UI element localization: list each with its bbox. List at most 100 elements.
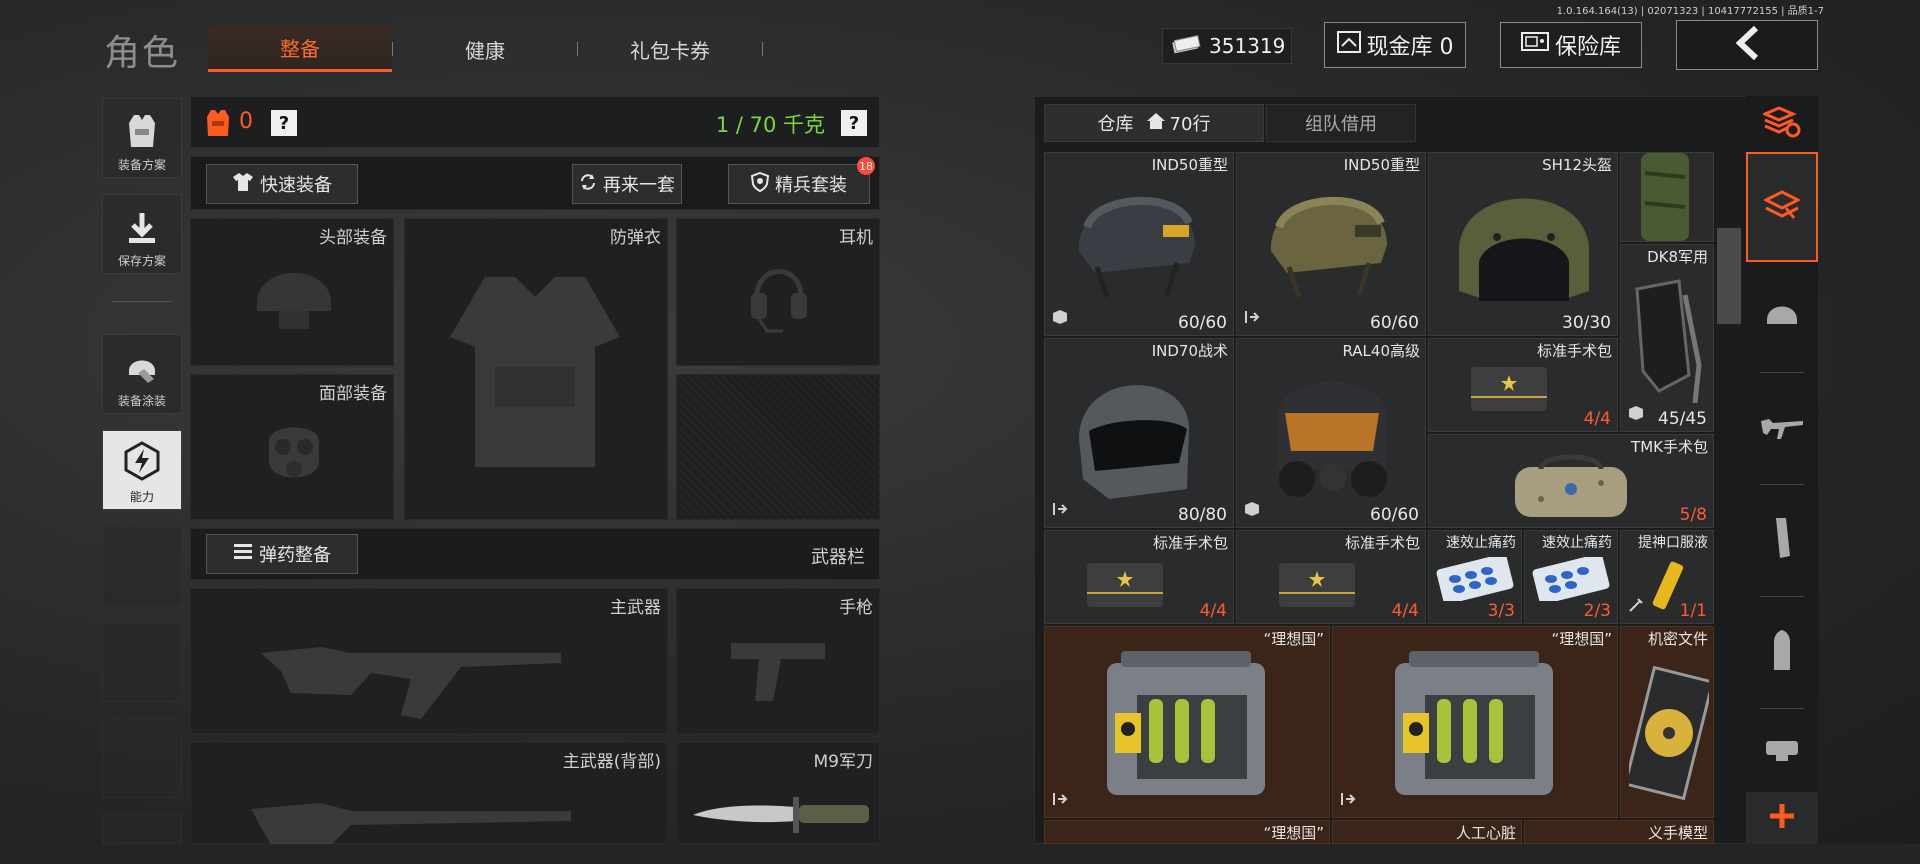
item-card[interactable]: 标准手术包 4/4 xyxy=(1044,530,1234,624)
item-name: IND70战术 xyxy=(1151,342,1228,360)
sidebar-item-loadout-plan[interactable]: 装备方案 xyxy=(102,98,182,178)
item-card[interactable]: SH12头盔 30/30 xyxy=(1428,152,1618,336)
armor-count: 0 xyxy=(239,109,253,134)
rail-divider xyxy=(1760,596,1804,597)
sidebar-item-label: 装备方案 xyxy=(117,158,166,172)
sidebar-item-label: 装备涂装 xyxy=(117,394,166,408)
primary-weapon-slot[interactable]: 主武器 xyxy=(190,588,668,734)
category-helmet[interactable] xyxy=(1746,262,1818,370)
sidebar-item-ability[interactable]: 能力 xyxy=(102,430,182,510)
armor-slot[interactable]: 防弹衣 xyxy=(404,218,668,520)
ammo-prep-button[interactable]: 弹药整备 xyxy=(206,534,358,574)
item-name: 速效止痛药 xyxy=(1542,535,1612,551)
version-text: 1.0.164.164(13) | 02071323 | 10417772155… xyxy=(1556,6,1824,17)
item-card[interactable]: 标准手术包 4/4 xyxy=(1428,338,1618,432)
help-button[interactable]: ? xyxy=(271,110,297,136)
ability-icon xyxy=(123,441,161,488)
item-card[interactable]: 提神口服液 1/1 xyxy=(1620,530,1714,624)
item-card[interactable]: 人工心脏 xyxy=(1332,820,1522,844)
item-card[interactable]: RAL40高级 60/60 xyxy=(1236,338,1426,528)
category-attachment[interactable] xyxy=(1746,710,1818,790)
shirt-icon xyxy=(232,172,254,197)
sidebar-item-save-plan[interactable]: 保存方案 xyxy=(102,194,182,274)
elite-set-button[interactable]: 精兵套装 18 xyxy=(728,157,875,204)
box-icon xyxy=(1052,309,1068,329)
category-all[interactable] xyxy=(1746,152,1818,262)
cash-vault-button[interactable]: 现金库 0 xyxy=(1324,22,1466,68)
item-card[interactable]: “理想国” xyxy=(1332,626,1618,818)
sidebar-item-label: 能力 xyxy=(129,490,154,504)
primary-weapon-back-slot[interactable]: 主武器(背部) xyxy=(190,742,668,845)
safe-icon xyxy=(1520,31,1549,59)
item-card[interactable]: IND70战术 80/80 xyxy=(1044,338,1234,528)
item-card[interactable]: DK8军用 45/45 xyxy=(1620,244,1714,432)
quick-equip-label: 快速装备 xyxy=(260,175,332,196)
syringe-icon xyxy=(1628,597,1644,617)
item-card-partial[interactable] xyxy=(1620,152,1714,242)
tab-team-borrow[interactable]: 组队借用 xyxy=(1266,104,1416,142)
slot-label: 防弹衣 xyxy=(610,228,661,248)
tab-prepare[interactable]: 整备 xyxy=(208,26,392,72)
item-count: 2/3 xyxy=(1583,601,1611,621)
bottom-strip xyxy=(0,844,1920,864)
item-count: 3/3 xyxy=(1487,601,1515,621)
item-name: “理想国” xyxy=(1263,824,1324,842)
sort-button[interactable] xyxy=(1746,96,1818,152)
knife-slot[interactable]: M9军刀 xyxy=(676,742,880,844)
category-ammo[interactable] xyxy=(1746,598,1818,706)
elite-set-label: 精兵套装 xyxy=(775,175,847,196)
weight-help-button[interactable]: ? xyxy=(841,110,867,136)
item-name: 提神口服液 xyxy=(1638,535,1708,551)
item-card[interactable]: 速效止痛药 2/3 xyxy=(1524,530,1618,624)
sidebar-item-paint[interactable]: 装备涂装 xyxy=(102,334,182,414)
item-card[interactable]: “理想国” xyxy=(1044,626,1330,818)
sidebar-empty-slot xyxy=(102,526,182,606)
tab-separator xyxy=(392,42,393,56)
another-set-button[interactable]: 再来一套 xyxy=(572,164,682,204)
item-card[interactable]: 机密文件 xyxy=(1620,626,1714,818)
biohazard-case-icon xyxy=(1101,643,1271,807)
slot-label: 头部装备 xyxy=(319,228,387,248)
cash-vault-label: 现金库 0 xyxy=(1366,35,1454,60)
tab-warehouse[interactable]: 仓库 70行 xyxy=(1044,104,1264,142)
download-icon xyxy=(125,211,159,252)
item-card[interactable]: IND50重型 60/60 xyxy=(1044,152,1234,336)
rail-divider xyxy=(1760,372,1804,373)
tab-gift-coupons[interactable]: 礼包卡券 xyxy=(585,26,755,72)
refresh-icon xyxy=(579,173,597,196)
add-button[interactable] xyxy=(1746,792,1818,844)
back-button[interactable] xyxy=(1676,20,1818,70)
chevron-left-icon xyxy=(1732,25,1762,64)
item-count: 60/60 xyxy=(1370,313,1419,333)
slot-label: 耳机 xyxy=(839,228,873,248)
safe-vault-button[interactable]: 保险库 xyxy=(1500,22,1642,68)
helmet-silhouette-icon xyxy=(249,253,339,337)
ear-slot[interactable]: 耳机 xyxy=(676,218,880,366)
vest-icon xyxy=(125,113,159,156)
sidebar-item-label: 保存方案 xyxy=(117,254,166,268)
quick-equip-button[interactable]: 快速装备 xyxy=(206,164,358,204)
tab-health[interactable]: 健康 xyxy=(400,26,570,72)
item-card[interactable]: “理想国” xyxy=(1044,820,1330,844)
face-slot[interactable]: 面部装备 xyxy=(190,374,394,520)
category-rifle[interactable] xyxy=(1746,374,1818,482)
pistol-slot[interactable]: 手枪 xyxy=(676,588,880,734)
item-card[interactable]: 义手模型 xyxy=(1524,820,1714,844)
box-icon xyxy=(1628,405,1644,425)
item-card[interactable]: 标准手术包 4/4 xyxy=(1236,530,1426,624)
item-card[interactable]: TMK手术包 5/8 xyxy=(1428,434,1714,528)
category-magazine[interactable] xyxy=(1746,486,1818,594)
warehouse-scrollbar[interactable] xyxy=(1717,228,1741,324)
item-card[interactable]: IND50重型 60/60 xyxy=(1236,152,1426,336)
backpack-icon xyxy=(1635,153,1695,241)
head-slot[interactable]: 头部装备 xyxy=(190,218,394,366)
helmet-icon xyxy=(1067,167,1207,321)
stack-icon xyxy=(1762,188,1802,226)
item-name: 义手模型 xyxy=(1647,824,1708,842)
loadout-header: 0 ? 1 / 70 千克 ? xyxy=(190,96,880,148)
export-icon xyxy=(1244,309,1260,329)
item-count: 30/30 xyxy=(1562,313,1611,333)
disc-icon xyxy=(1623,663,1713,807)
scope-icon xyxy=(1764,733,1800,767)
item-card[interactable]: 速效止痛药 3/3 xyxy=(1428,530,1522,624)
